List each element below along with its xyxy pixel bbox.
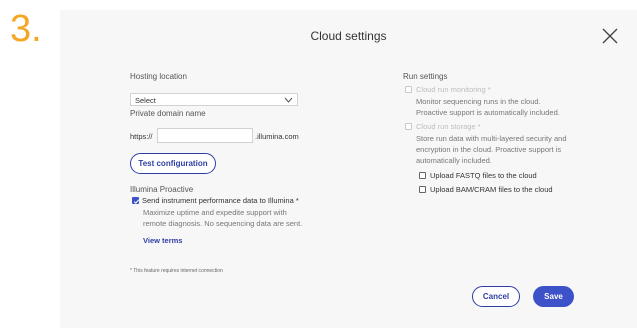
footnote: * This feature requires internet connect… — [130, 268, 223, 274]
cloud-run-monitoring-label: Cloud run monitoring * — [416, 85, 491, 94]
upload-bam-cram-checkbox[interactable] — [419, 186, 426, 193]
illumina-proactive-label: Illumina Proactive — [130, 185, 194, 194]
send-performance-data-label: Send instrument performance data to Illu… — [142, 196, 299, 205]
domain-suffix: .illumina.com — [255, 132, 299, 141]
cloud-run-monitoring-description: Monitor sequencing runs in the cloud. Pr… — [416, 96, 560, 118]
storage-description-line: automatically included. — [416, 156, 492, 165]
close-icon — [602, 28, 618, 44]
test-configuration-button[interactable]: Test configuration — [130, 153, 216, 174]
view-terms-link[interactable]: View terms — [143, 236, 182, 245]
cloud-run-storage-description: Store run data with multi-layered securi… — [416, 133, 567, 166]
private-domain-input[interactable] — [157, 128, 253, 143]
proactive-description-line: Maximize uptime and expedite support wit… — [143, 208, 287, 217]
close-button[interactable] — [601, 27, 619, 45]
checkmark-icon — [133, 199, 140, 204]
monitoring-description-line: Monitor sequencing runs in the cloud. — [416, 97, 541, 106]
dialog-title: Cloud settings — [310, 29, 387, 43]
upload-fastq-label: Upload FASTQ files to the cloud — [430, 171, 537, 180]
hosting-location-value: Select — [135, 96, 156, 105]
upload-fastq-checkbox[interactable] — [419, 172, 426, 179]
cloud-run-monitoring-checkbox[interactable] — [405, 86, 412, 93]
cancel-button[interactable]: Cancel — [472, 286, 520, 307]
storage-description-line: Store run data with multi-layered securi… — [416, 134, 567, 143]
save-button[interactable]: Save — [533, 286, 574, 307]
cloud-settings-dialog: Cloud settings Hosting location Select P… — [60, 10, 637, 328]
chevron-down-icon — [284, 97, 293, 103]
upload-bam-cram-label: Upload BAM/CRAM files to the cloud — [430, 185, 553, 194]
cloud-run-storage-label: Cloud run storage * — [416, 122, 481, 131]
storage-description-line: encryption in the cloud. Proactive suppo… — [416, 145, 562, 154]
hosting-location-select[interactable]: Select — [130, 93, 298, 106]
private-domain-label: Private domain name — [130, 109, 206, 118]
proactive-description-line: remote diagnosis. No sequencing data are… — [143, 219, 303, 228]
domain-prefix: https:// — [130, 132, 153, 141]
proactive-description: Maximize uptime and expedite support wit… — [143, 207, 302, 229]
monitoring-description-line: Proactive support is automatically inclu… — [416, 108, 560, 117]
run-settings-label: Run settings — [403, 72, 448, 81]
hosting-location-label: Hosting location — [130, 72, 187, 81]
step-number: 3. — [10, 8, 42, 50]
send-performance-data-checkbox[interactable] — [132, 197, 140, 204]
cloud-run-storage-checkbox[interactable] — [405, 123, 412, 130]
